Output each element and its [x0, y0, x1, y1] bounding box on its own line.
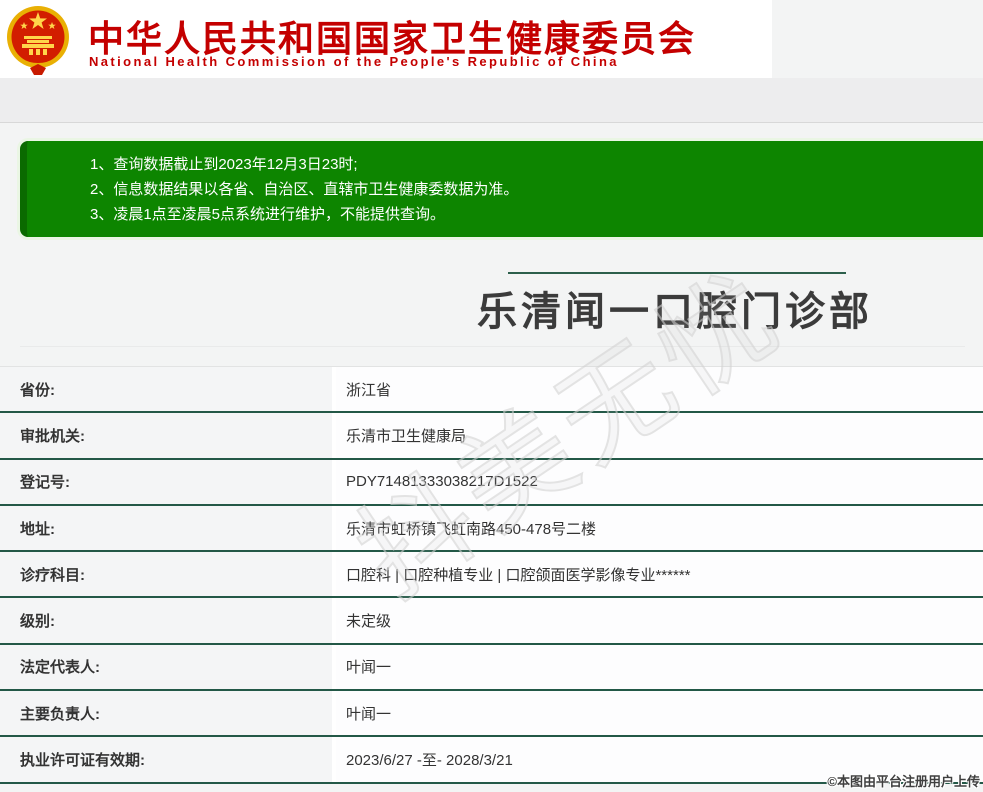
row-value: 叶闻一: [336, 644, 983, 690]
row-label: 执业许可证有效期:: [0, 737, 332, 782]
table-row: 审批机关: 乐清市卫生健康局: [0, 413, 983, 460]
notice-line-3: 3、凌晨1点至凌晨5点系统进行维护，不能提供查询。: [90, 206, 446, 223]
subheader-band: [0, 78, 983, 123]
institution-info-table: 省份: 浙江省 审批机关: 乐清市卫生健康局 登记号: PDY714813330…: [0, 366, 983, 784]
national-emblem-icon: [7, 6, 69, 75]
table-row: 级别: 未定级: [0, 598, 983, 645]
site-header: 中华人民共和国国家卫生健康委员会 National Health Commiss…: [0, 0, 772, 78]
row-value: 未定级: [336, 598, 983, 643]
site-subtitle-en: National Health Commission of the People…: [89, 54, 619, 69]
row-label: 主要负责人:: [0, 691, 332, 736]
notice-line-2: 2、信息数据结果以各省、自治区、直辖市卫生健康委数据为准。: [90, 181, 519, 198]
row-label: 审批机关:: [0, 413, 332, 458]
table-row: 主要负责人: 叶闻一: [0, 691, 983, 738]
section-divider: [20, 346, 965, 347]
table-row: 省份: 浙江省: [0, 367, 983, 414]
table-row: 法定代表人: 叶闻一: [0, 644, 983, 692]
row-label: 诊疗科目:: [0, 552, 332, 597]
row-value: 浙江省: [336, 367, 983, 412]
notice-line-1: 1、查询数据截止到2023年12月3日23时;: [90, 156, 358, 173]
row-label: 登记号:: [0, 459, 332, 504]
row-value: 乐清市虹桥镇飞虹南路450-478号二楼: [336, 505, 983, 551]
institution-name-title: 乐清闻一口腔门诊部: [477, 290, 873, 334]
upload-credit-watermark: ©本图由平台注册用户上传: [827, 774, 980, 789]
row-value: 叶闻一: [336, 691, 983, 736]
table-row: 登记号: PDY71481333038217D1522: [0, 459, 983, 506]
row-label: 法定代表人:: [0, 644, 332, 690]
row-label: 地址:: [0, 505, 332, 551]
row-label: 级别:: [0, 598, 332, 643]
table-row: 地址: 乐清市虹桥镇飞虹南路450-478号二楼: [0, 505, 983, 553]
title-top-rule: [508, 272, 846, 274]
row-value: PDY71481333038217D1522: [336, 459, 983, 504]
row-value: 乐清市卫生健康局: [336, 413, 983, 458]
row-label: 省份:: [0, 367, 332, 412]
notice-box: 1、查询数据截止到2023年12月3日23时; 2、信息数据结果以各省、自治区、…: [20, 141, 983, 237]
row-value: 口腔科 | 口腔种植专业 | 口腔颌面医学影像专业******: [336, 552, 983, 597]
table-row: 诊疗科目: 口腔科 | 口腔种植专业 | 口腔颌面医学影像专业******: [0, 552, 983, 599]
